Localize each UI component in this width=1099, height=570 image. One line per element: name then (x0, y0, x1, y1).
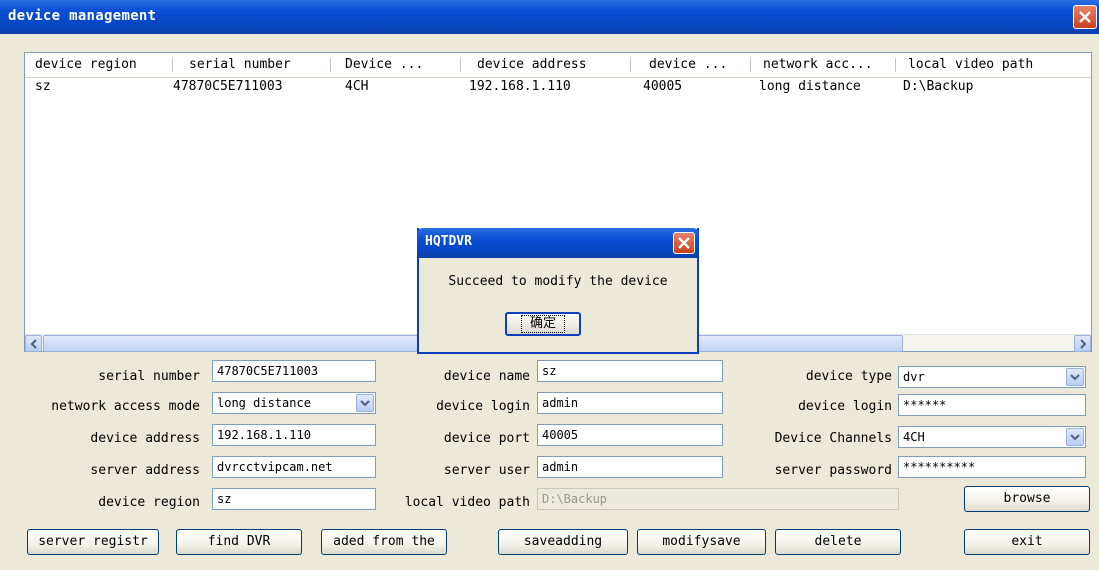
delete-button[interactable]: delete (775, 529, 901, 555)
scroll-left-button[interactable] (25, 335, 42, 352)
dialog-title: HQTDVR (425, 234, 472, 249)
close-icon (678, 237, 690, 249)
device-name-label: device name (443, 369, 530, 384)
find-dvr-button[interactable]: find DVR (176, 529, 302, 555)
device-type-select[interactable]: dvr (898, 366, 1086, 388)
table-row[interactable]: sz 47870C5E711003 4CH 192.168.1.110 4000… (25, 79, 1091, 95)
dialog-message: Succeed to modify the device (448, 274, 668, 289)
device-type-label: device type (805, 369, 892, 384)
column-header[interactable]: device address (461, 53, 631, 77)
serial-number-field[interactable]: 47870C5E711003 (212, 360, 376, 382)
chevron-left-icon (30, 339, 37, 349)
device-channels-dropdown-button[interactable] (1066, 428, 1084, 446)
server-user-label: server user (443, 463, 530, 478)
device-port-field[interactable]: 40005 (537, 424, 723, 446)
device-type-dropdown-button[interactable] (1066, 368, 1084, 386)
cell-video-path: D:\Backup (903, 79, 974, 94)
server-password-label: server password (774, 463, 892, 478)
chevron-down-icon (1070, 374, 1080, 381)
device-type-value: dvr (903, 370, 925, 384)
list-header: device region serial number Device ... d… (25, 53, 1091, 77)
server-user-field[interactable]: admin (537, 456, 723, 478)
window-close-button[interactable] (1073, 5, 1097, 29)
device-login-password-field[interactable]: ****** (898, 394, 1086, 416)
dialog-close-button[interactable] (673, 232, 695, 254)
column-header[interactable]: device ... (631, 53, 751, 77)
device-login-password-label: device login (798, 399, 892, 414)
column-header[interactable]: device region (25, 53, 173, 77)
cell-channels: 4CH (345, 79, 369, 94)
chevron-down-icon (1070, 434, 1080, 441)
device-login-label: device login (436, 399, 530, 414)
add-from-button[interactable]: aded from the (321, 529, 447, 555)
dialog-title-bar[interactable]: HQTDVR (417, 228, 699, 258)
server-register-button[interactable]: server registr (27, 529, 159, 555)
device-region-label: device region (98, 495, 200, 510)
title-bar[interactable]: device management (0, 0, 1099, 34)
device-login-user-field[interactable]: admin (537, 392, 723, 414)
device-address-label: device address (90, 431, 200, 446)
dialog-ok-label: 确定 (520, 315, 565, 333)
device-channels-select[interactable]: 4CH (898, 426, 1086, 448)
device-channels-value: 4CH (903, 430, 925, 444)
network-access-mode-value: long distance (217, 396, 311, 410)
browse-button[interactable]: browse (964, 486, 1090, 512)
serial-number-label: serial number (98, 369, 200, 384)
chevron-down-icon (360, 400, 370, 407)
device-port-label: device port (443, 431, 530, 446)
close-icon (1079, 11, 1091, 23)
cell-serial: 47870C5E711003 (173, 79, 283, 94)
local-video-path-field: D:\Backup (537, 488, 899, 510)
device-channels-label: Device Channels (774, 431, 892, 446)
server-address-label: server address (90, 463, 200, 478)
device-region-field[interactable]: sz (212, 488, 376, 510)
server-address-field[interactable]: dvrcctvipcam.net (212, 456, 376, 478)
network-access-mode-label: network access mode (51, 399, 200, 414)
modify-save-button[interactable]: modifysave (637, 529, 766, 555)
device-address-field[interactable]: 192.168.1.110 (212, 424, 376, 446)
cell-network: long distance (759, 79, 861, 94)
network-access-dropdown-button[interactable] (356, 394, 374, 412)
window-title: device management (8, 8, 157, 24)
exit-button[interactable]: exit (964, 529, 1090, 555)
save-adding-button[interactable]: saveadding (498, 529, 628, 555)
server-password-field[interactable]: ********** (898, 456, 1086, 478)
cell-region: sz (35, 79, 51, 94)
dialog-ok-button[interactable]: 确定 (505, 312, 581, 336)
device-management-window: device management device region serial n… (0, 0, 1099, 570)
column-header[interactable]: local video path (896, 53, 1091, 77)
cell-port: 40005 (643, 79, 683, 94)
local-video-path-label: local video path (404, 495, 530, 510)
confirmation-dialog: HQTDVR Succeed to modify the device 确定 (417, 228, 699, 354)
column-header[interactable]: Device ... (331, 53, 461, 77)
column-header[interactable]: serial number (173, 53, 331, 77)
scroll-right-button[interactable] (1074, 335, 1091, 352)
network-access-mode-select[interactable]: long distance (212, 392, 376, 414)
cell-address: 192.168.1.110 (469, 79, 571, 94)
column-header[interactable]: network acc... (751, 53, 896, 77)
chevron-right-icon (1080, 339, 1087, 349)
device-name-field[interactable]: sz (537, 360, 723, 382)
